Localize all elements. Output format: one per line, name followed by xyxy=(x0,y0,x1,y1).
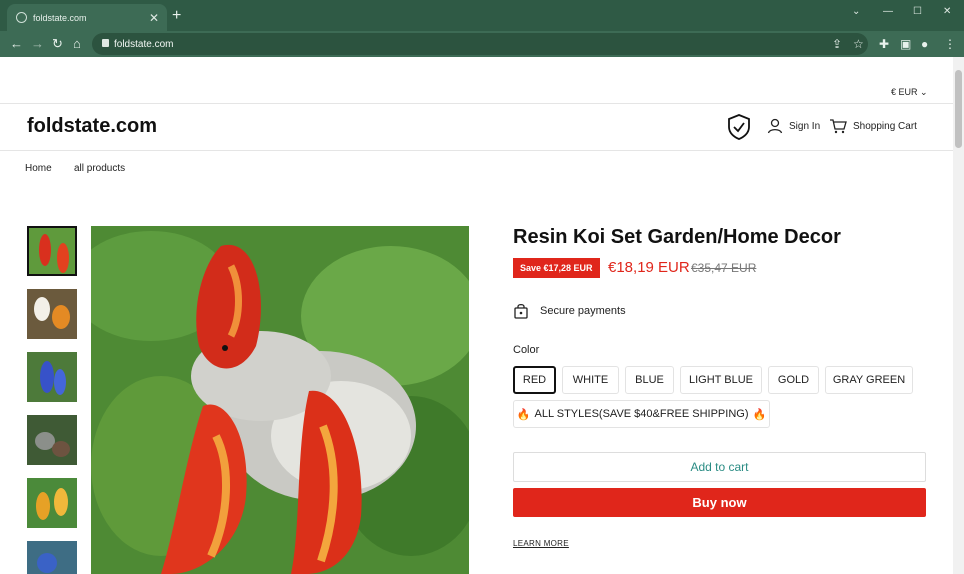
browser-menu-icon[interactable]: ⋮ xyxy=(944,37,956,51)
address-text: foldstate.com xyxy=(114,38,174,50)
browser-tab[interactable]: foldstate.com ✕ xyxy=(7,4,167,31)
add-to-cart-button[interactable]: Add to cart xyxy=(513,452,926,482)
cart-icon xyxy=(830,119,847,134)
all-styles-label: ALL STYLES(SAVE $40&FREE SHIPPING) xyxy=(534,408,749,420)
shopping-cart-link[interactable]: Shopping Cart xyxy=(829,118,917,134)
divider xyxy=(0,103,953,104)
globe-icon xyxy=(16,12,27,23)
fire-icon: 🔥 xyxy=(752,408,767,421)
product-thumbnail[interactable] xyxy=(27,478,77,528)
close-window-button[interactable]: ✕ xyxy=(943,6,951,17)
product-thumbnail[interactable] xyxy=(27,352,77,402)
product-thumbnail[interactable] xyxy=(27,541,77,574)
nav-link-home[interactable]: Home xyxy=(25,163,52,174)
color-option-gray-green[interactable]: GRAY GREEN xyxy=(825,366,913,394)
bookmark-star-icon[interactable]: ☆ xyxy=(853,37,864,51)
color-option-light-blue[interactable]: LIGHT BLUE xyxy=(680,366,762,394)
side-panel-icon[interactable]: ▣ xyxy=(900,37,911,51)
site-logo[interactable]: foldstate.com xyxy=(27,115,157,138)
reload-icon[interactable]: ↻ xyxy=(52,36,63,52)
user-icon xyxy=(767,118,783,134)
nav-link-all-products[interactable]: all products xyxy=(74,163,125,174)
product-title: Resin Koi Set Garden/Home Decor xyxy=(513,226,841,248)
profile-avatar-icon[interactable]: ● xyxy=(921,37,928,51)
color-option-white[interactable]: WHITE xyxy=(562,366,619,394)
sign-in-label: Sign In xyxy=(789,120,821,132)
learn-more-link[interactable]: LEARN MORE xyxy=(513,539,569,548)
currency-selector[interactable]: € EUR ⌄ xyxy=(891,87,928,98)
address-bar[interactable]: foldstate.com xyxy=(92,33,868,55)
forward-icon[interactable]: → xyxy=(31,36,44,51)
original-price: €35,47 EUR xyxy=(691,261,757,275)
new-tab-button[interactable]: + xyxy=(172,7,181,25)
color-label: Color xyxy=(513,344,540,356)
home-icon[interactable]: ⌂ xyxy=(73,36,81,51)
lock-icon xyxy=(102,39,109,47)
minimize-button[interactable]: — xyxy=(883,6,893,17)
extensions-icon[interactable]: ✚ xyxy=(879,37,889,51)
secure-payments-note: Secure payments xyxy=(513,303,626,319)
tab-title: foldstate.com xyxy=(33,12,87,23)
close-tab-icon[interactable]: ✕ xyxy=(149,11,159,25)
color-option-all-styles[interactable]: 🔥 ALL STYLES(SAVE $40&FREE SHIPPING) 🔥 xyxy=(513,400,770,428)
color-option-gold[interactable]: GOLD xyxy=(768,366,819,394)
product-thumbnail[interactable] xyxy=(27,415,77,465)
color-option-red[interactable]: RED xyxy=(513,366,556,394)
scrollbar-thumb[interactable] xyxy=(955,70,962,148)
tab-strip: foldstate.com ✕ + ⌄ — ☐ ✕ xyxy=(0,0,964,31)
lock-bag-icon xyxy=(514,303,528,319)
secure-payments-label: Secure payments xyxy=(540,305,626,317)
shield-check-icon xyxy=(728,114,750,140)
product-thumbnail[interactable] xyxy=(27,226,77,276)
maximize-button[interactable]: ☐ xyxy=(913,6,922,17)
product-main-image[interactable] xyxy=(91,226,469,574)
cart-label: Shopping Cart xyxy=(853,120,917,132)
web-page: € EUR ⌄ foldstate.com Sign In Shopping C… xyxy=(0,57,964,574)
fire-icon: 🔥 xyxy=(516,408,531,421)
product-thumbnail[interactable] xyxy=(27,289,77,339)
browser-toolbar: ← → ↻ ⌂ foldstate.com ⇪ ☆ ✚ ▣ ● ⋮ xyxy=(0,31,964,57)
currency-label: € EUR xyxy=(891,87,918,97)
buy-now-button[interactable]: Buy now xyxy=(513,488,926,517)
sign-in-link[interactable]: Sign In xyxy=(767,118,820,134)
back-icon[interactable]: ← xyxy=(10,36,23,51)
share-icon[interactable]: ⇪ xyxy=(832,37,842,51)
save-badge: Save €17,28 EUR xyxy=(513,258,600,278)
sale-price: €18,19 EUR xyxy=(608,259,690,276)
tab-search-icon[interactable]: ⌄ xyxy=(852,6,860,17)
color-option-blue[interactable]: BLUE xyxy=(625,366,674,394)
browser-chrome: foldstate.com ✕ + ⌄ — ☐ ✕ ← → ↻ ⌂ foldst… xyxy=(0,0,964,57)
divider xyxy=(0,150,953,151)
